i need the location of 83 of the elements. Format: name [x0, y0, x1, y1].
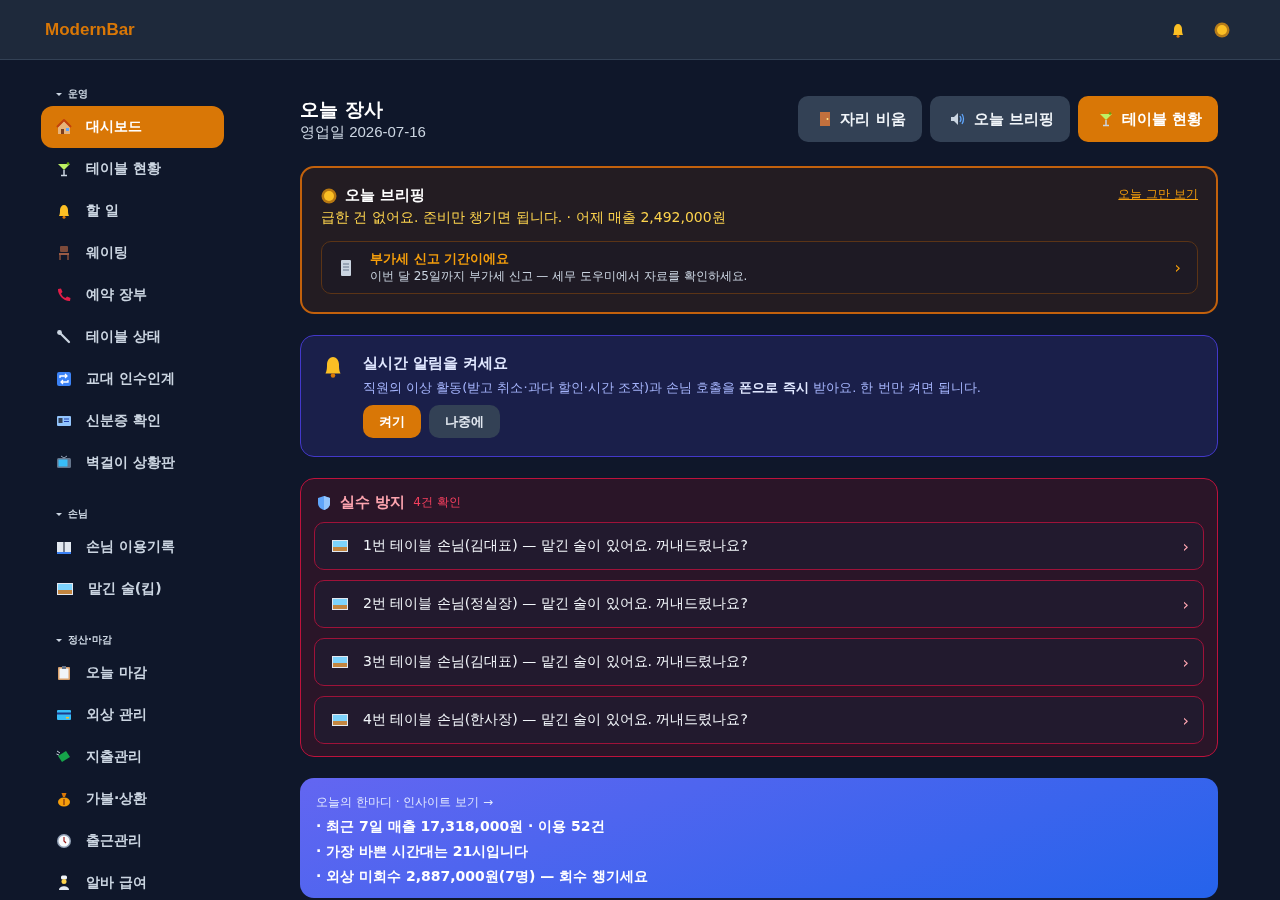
- clock-icon: [56, 833, 72, 849]
- briefing-summary: 급한 건 없어요. 준비만 챙기면 됩니다. · 어제 매출 2,492,000원: [321, 209, 727, 227]
- brand-logo: ModernBar: [45, 19, 135, 40]
- notice-title: 부가세 신고 기간이에요: [370, 250, 511, 268]
- television-icon: [56, 455, 72, 471]
- speaker-icon: [949, 111, 966, 127]
- sidebar-item[interactable]: 할 일: [41, 190, 224, 232]
- count-label: 4건 확인: [413, 494, 461, 511]
- chevron-icon: ›: [1182, 594, 1189, 614]
- card-title: 실시간 알림을 켜세요: [363, 354, 510, 373]
- framed-picture-icon: [331, 538, 349, 554]
- sun-icon[interactable]: [1214, 21, 1230, 38]
- sidebar-item[interactable]: 알바 급여: [41, 862, 224, 900]
- sidebar-item[interactable]: 손님 이용기록: [41, 526, 224, 568]
- chair-icon: [56, 245, 72, 261]
- caret-icon[interactable]: [56, 638, 62, 642]
- notice-item[interactable]: 부가세 신고 기간이에요 이번 달 25일까지 부가세 신고 — 세무 도우미에서 자료를 확인하세요. ›: [321, 241, 1198, 294]
- flying-money-icon: [56, 749, 72, 765]
- sidebar-item[interactable]: 오늘 마감: [41, 652, 224, 694]
- framed-picture-icon: [331, 596, 349, 612]
- insight-line: · 가장 바쁜 시간대는 21시입니다: [316, 843, 530, 861]
- section-title: 운영: [68, 87, 88, 101]
- card-title: 실수 방지: [340, 493, 406, 512]
- insight-line: · 외상 미회수 2,887,000원(7명) — 회수 챙기세요: [316, 868, 649, 886]
- framed-picture-icon: [331, 654, 349, 670]
- chevron-icon: ›: [1182, 710, 1189, 730]
- house-icon: [56, 119, 72, 135]
- reminder-row[interactable]: 4번 테이블 손님(한사장) — 맡긴 술이 있어요. 꺼내드렸나요? ›: [314, 696, 1204, 744]
- chevron-icon: ›: [1174, 258, 1181, 277]
- insight-link[interactable]: 오늘의 한마디 · 인사이트 보기 →: [316, 794, 1202, 811]
- sidebar-item[interactable]: 교대 인수인계: [41, 358, 224, 400]
- document-icon: [338, 258, 354, 277]
- sidebar-item[interactable]: 지출관리: [41, 736, 224, 778]
- sidebar-item[interactable]: 웨이팅: [41, 232, 224, 274]
- insight-line: · 최근 7일 매출 17,318,000원 · 이용 52건: [316, 818, 606, 836]
- sidebar-item[interactable]: 예약 장부: [41, 274, 224, 316]
- framed-picture-icon: [56, 581, 74, 597]
- door-icon: [818, 111, 833, 127]
- notice-text: 이번 달 25일까지 부가세 신고 — 세무 도우미에서 자료를 확인하세요.: [370, 268, 749, 285]
- reminder-text: 1번 테이블 손님(김대표) — 맡긴 술이 있어요. 꺼내드렸나요?: [363, 537, 749, 555]
- sidebar-item[interactable]: 벽걸이 상황판: [41, 442, 224, 484]
- phone-icon: [56, 287, 72, 303]
- sidebar-item[interactable]: 가불·상환: [41, 778, 224, 820]
- sidebar-item[interactable]: 테이블 현황: [41, 148, 224, 190]
- sun-icon: [321, 187, 337, 204]
- caret-icon[interactable]: [56, 512, 62, 516]
- sidebar-item[interactable]: 출근관리: [41, 820, 224, 862]
- section-title: 손님: [68, 507, 88, 521]
- repeat-arrows-icon: [56, 371, 72, 387]
- reminder-row[interactable]: 2번 테이블 손님(정실장) — 맡긴 술이 있어요. 꺼내드렸나요? ›: [314, 580, 1204, 628]
- reminder-row[interactable]: 3번 테이블 손님(김대표) — 맡긴 술이 있어요. 꺼내드렸나요? ›: [314, 638, 1204, 686]
- bell-icon: [56, 203, 72, 219]
- money-bag-icon: [56, 791, 72, 807]
- reminder-text: 4번 테이블 손님(한사장) — 맡긴 술이 있어요. 꺼내드렸나요?: [363, 711, 749, 729]
- action-button[interactable]: 오늘 브리핑: [929, 96, 1070, 142]
- cocktail-glass-icon: [56, 161, 72, 177]
- framed-picture-icon: [331, 712, 349, 728]
- open-book-icon: [56, 539, 72, 555]
- caret-icon[interactable]: [56, 92, 62, 96]
- reminder-row[interactable]: 1번 테이블 손님(김대표) — 맡긴 술이 있어요. 꺼내드렸나요? ›: [314, 522, 1204, 570]
- sidebar-item[interactable]: 맡긴 술(킵): [41, 568, 224, 610]
- reminder-text: 3번 테이블 손님(김대표) — 맡긴 술이 있어요. 꺼내드렸나요?: [363, 653, 749, 671]
- card-title: 오늘 브리핑: [345, 186, 426, 205]
- chevron-icon: ›: [1182, 536, 1189, 556]
- credit-card-icon: [56, 707, 72, 723]
- action-button[interactable]: 자리 비움: [798, 96, 922, 142]
- clipboard-icon: [56, 665, 72, 681]
- shield-icon: [316, 494, 332, 511]
- sidebar-item[interactable]: 신분증 확인: [41, 400, 224, 442]
- business-date: 영업일 2026-07-16: [300, 122, 426, 142]
- id-card-icon: [56, 413, 72, 429]
- later-button[interactable]: 나중에: [429, 405, 500, 438]
- dismiss-link[interactable]: 오늘 그만 보기: [1118, 186, 1198, 205]
- section-title: 정산·마감: [68, 633, 112, 647]
- sidebar-item[interactable]: 테이블 상태: [41, 316, 224, 358]
- cook-figure-icon: [56, 875, 72, 891]
- sidebar-item[interactable]: 외상 관리: [41, 694, 224, 736]
- wrench-icon: [56, 329, 72, 345]
- page-title: 오늘 장사: [300, 96, 384, 122]
- alert-description: 직원의 이상 활동(받고 취소·과다 할인·시간 조작)과 손님 호출을 폰으로 즉시 받아요. 한 번만 켜면 됩니다.: [363, 379, 981, 397]
- chevron-icon: ›: [1182, 652, 1189, 672]
- notification-bell-icon[interactable]: [1170, 21, 1186, 38]
- reminder-text: 2번 테이블 손님(정실장) — 맡긴 술이 있어요. 꺼내드렸나요?: [363, 595, 749, 613]
